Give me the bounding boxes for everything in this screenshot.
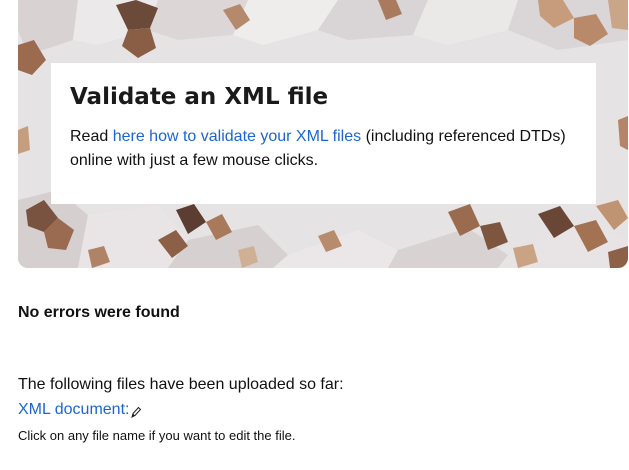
- validation-help-link[interactable]: here how to validate your XML files: [113, 128, 361, 145]
- uploaded-file-item: XML document:: [18, 399, 142, 421]
- xml-document-link[interactable]: XML document:: [18, 399, 129, 421]
- page: Validate an XML file Read here how to va…: [0, 0, 629, 470]
- hero-card: Validate an XML file Read here how to va…: [51, 63, 596, 204]
- hero-text-before-link: Read: [70, 128, 113, 145]
- pencil-icon[interactable]: [130, 404, 142, 418]
- edit-file-hint: Click on any file name if you want to ed…: [18, 428, 296, 443]
- hero-description: Read here how to validate your XML files…: [70, 125, 577, 173]
- hero-banner: Validate an XML file Read here how to va…: [18, 0, 628, 268]
- validation-status: No errors were found: [18, 304, 180, 321]
- uploaded-files-intro: The following files have been uploaded s…: [18, 376, 344, 393]
- page-title: Validate an XML file: [70, 84, 329, 110]
